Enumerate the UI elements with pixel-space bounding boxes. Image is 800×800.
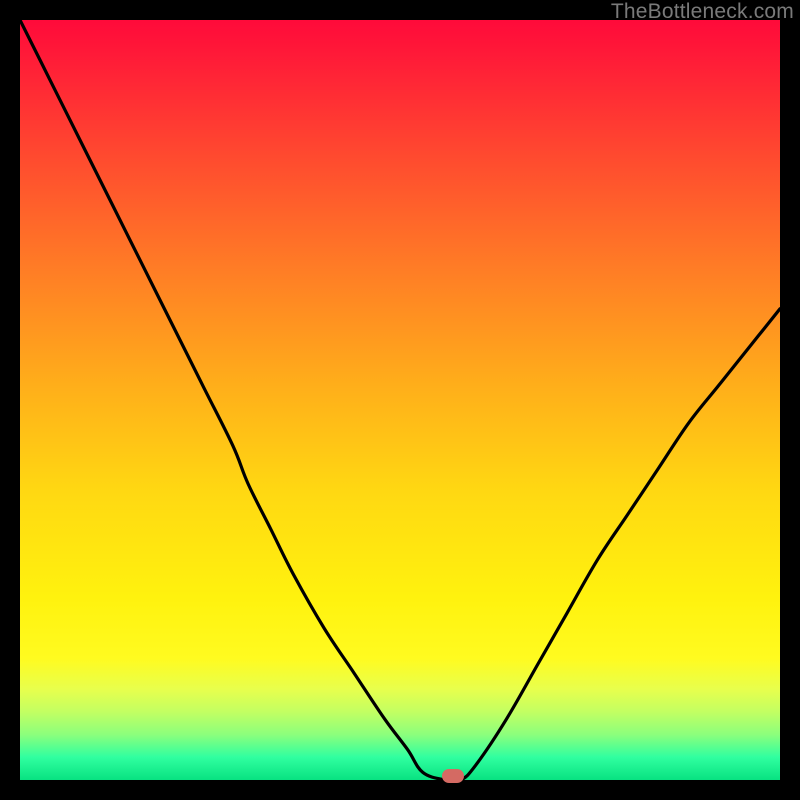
optimal-point-marker — [442, 769, 464, 783]
chart-frame: TheBottleneck.com — [0, 0, 800, 800]
curve-svg — [20, 20, 780, 780]
bottleneck-curve — [20, 20, 780, 780]
plot-area — [20, 20, 780, 780]
